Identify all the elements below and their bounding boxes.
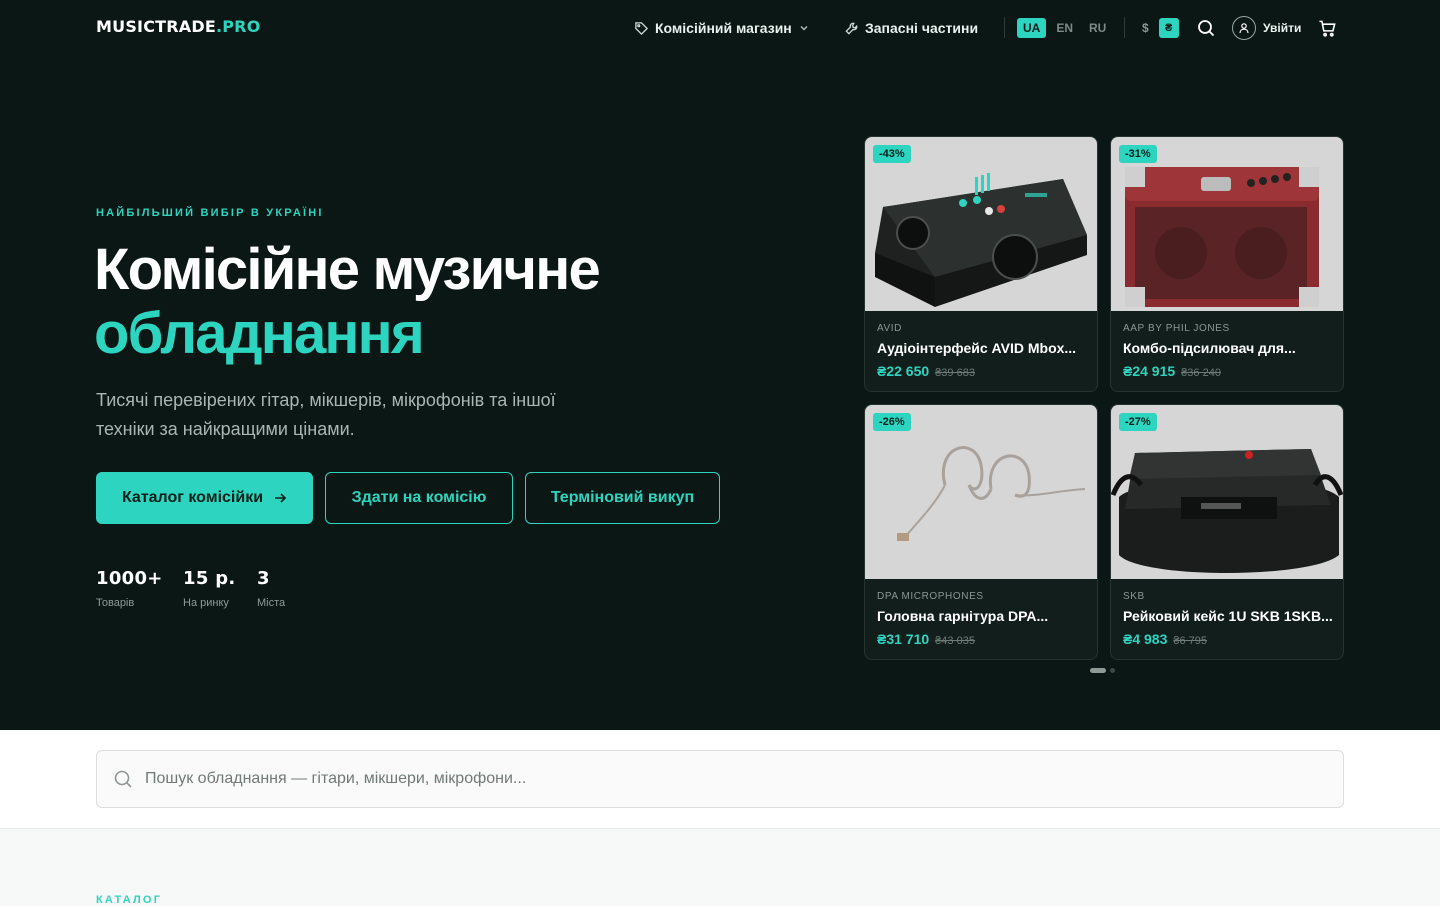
search-box	[96, 750, 1344, 808]
product-old-price: ₴36 240	[1181, 367, 1221, 379]
product-card[interactable]: -43% AVID Аудіоінтерфейс AVID Mbox... ₴2…	[864, 136, 1098, 392]
product-image-audio-interface: -43%	[865, 137, 1097, 311]
product-old-price: ₴6 795	[1173, 635, 1208, 647]
catalog-button[interactable]: Каталог комісійки	[96, 472, 313, 524]
product-prices: ₴22 650 ₴39 683	[877, 363, 975, 379]
discount-badge: -27%	[1119, 413, 1157, 431]
divider	[1004, 17, 1005, 38]
logo-accent: .PRO	[215, 17, 261, 36]
search-icon	[1198, 20, 1215, 37]
arrow-right-icon	[275, 493, 287, 503]
login-button[interactable]: Увійти	[1232, 16, 1301, 40]
product-brand: SKB	[1123, 591, 1145, 602]
product-card[interactable]: -31% AAP BY PHIL JONES Комбо-підсилювач …	[1110, 136, 1344, 392]
product-name: Головна гарнітура DPA...	[877, 608, 1049, 624]
product-image-rack-case: -27%	[1111, 405, 1343, 579]
consign-button[interactable]: Здати на комісію	[325, 472, 513, 524]
product-brand: AAP BY PHIL JONES	[1123, 323, 1230, 334]
product-prices: ₴24 915 ₴36 240	[1123, 363, 1221, 379]
product-old-price: ₴39 683	[935, 367, 975, 379]
product-brand: DPA MICROPHONES	[877, 591, 984, 602]
product-card[interactable]: -26% DPA MICROPHONES Головна гарнітура D…	[864, 404, 1098, 660]
carousel-pagination	[1090, 668, 1119, 673]
language-switcher: UA EN RU	[1017, 17, 1116, 38]
stat-cities: 3 Міста	[257, 568, 285, 609]
product-prices: ₴4 983 ₴6 795	[1123, 631, 1207, 647]
stat-value: 1000+	[96, 568, 163, 589]
user-icon	[1232, 16, 1256, 40]
product-price: ₴24 915	[1123, 363, 1176, 379]
discount-badge: -26%	[873, 413, 911, 431]
hero-section: MUSICTRADE.PRO Комісійний магазин Запасн…	[0, 0, 1440, 730]
nav-consignment-shop[interactable]: Комісійний магазин	[634, 0, 810, 56]
stat-label: Товарів	[96, 597, 135, 609]
divider	[1124, 17, 1125, 38]
product-name: Аудіоінтерфейс AVID Mbox...	[877, 340, 1077, 356]
search-icon	[114, 770, 132, 788]
lang-en[interactable]: EN	[1050, 18, 1079, 38]
logo[interactable]: MUSICTRADE.PRO	[96, 17, 261, 36]
buyout-button[interactable]: Терміновий викуп	[525, 472, 720, 524]
product-price: ₴22 650	[877, 363, 930, 379]
hero-lead: Тисячі перевірених гітар, мікшерів, мікр…	[96, 390, 556, 439]
lang-ru[interactable]: RU	[1083, 18, 1112, 38]
cart-icon	[1318, 20, 1336, 37]
stat-label: Міста	[257, 597, 286, 609]
product-price: ₴31 710	[877, 631, 930, 647]
currency-uah[interactable]: ₴	[1158, 17, 1179, 38]
currency-switcher: $ ₴	[1142, 17, 1179, 38]
discount-badge: -31%	[1119, 145, 1157, 163]
stat-products: 1000+ Товарів	[96, 568, 163, 609]
hero-title-line1: Комісійне музичне	[94, 237, 601, 302]
product-name: Рейковий кейс 1U SKB 1SKB...	[1123, 608, 1333, 624]
product-old-price: ₴43 035	[935, 635, 975, 647]
product-image-combo-amp: -31%	[1111, 137, 1343, 311]
product-name: Комбо-підсилювач для...	[1123, 340, 1296, 356]
wrench-icon	[845, 22, 858, 35]
product-image-headset-mic: -26%	[865, 405, 1097, 579]
cart-button[interactable]	[1316, 17, 1338, 39]
catalog-section-label: КАТАЛОГ	[96, 894, 163, 906]
hero-eyebrow: НАЙБІЛЬШИЙ ВИБІР В УКРАЇНІ	[96, 207, 324, 219]
search-input[interactable]	[145, 770, 1295, 788]
hero-title: Комісійне музичне обладнання	[94, 237, 601, 366]
stat-years: 15 р. На ринку	[183, 568, 236, 609]
hero-title-accent: обладнання	[94, 301, 425, 366]
logo-text: MUSICTRADE	[96, 17, 216, 36]
carousel-dot-2[interactable]	[1110, 668, 1115, 673]
lang-ua[interactable]: UA	[1017, 17, 1047, 38]
product-card[interactable]: -27% SKB Рейковий кейс 1U SKB 1SKB... ₴4…	[1110, 404, 1344, 660]
search-button[interactable]	[1195, 17, 1217, 39]
carousel-dot-1[interactable]	[1090, 668, 1106, 673]
product-prices: ₴31 710 ₴43 035	[877, 631, 975, 647]
product-price: ₴4 983	[1123, 631, 1168, 647]
discount-badge: -43%	[873, 145, 911, 163]
stat-value: 15 р.	[183, 568, 236, 589]
currency-usd[interactable]: $	[1142, 21, 1149, 35]
chevron-down-icon	[800, 25, 808, 31]
login-label: Увійти	[1263, 21, 1302, 35]
nav-shop-label: Комісійний магазин	[655, 20, 792, 36]
tag-icon	[635, 21, 649, 35]
search-band	[0, 730, 1440, 829]
stat-label: На ринку	[183, 597, 229, 609]
nav-spare-parts[interactable]: Запасні частини	[844, 0, 978, 56]
product-brand: AVID	[877, 323, 902, 334]
catalog-button-label: Каталог комісійки	[121, 489, 264, 506]
stat-value: 3	[257, 568, 270, 589]
nav-parts-label: Запасні частини	[865, 20, 979, 36]
